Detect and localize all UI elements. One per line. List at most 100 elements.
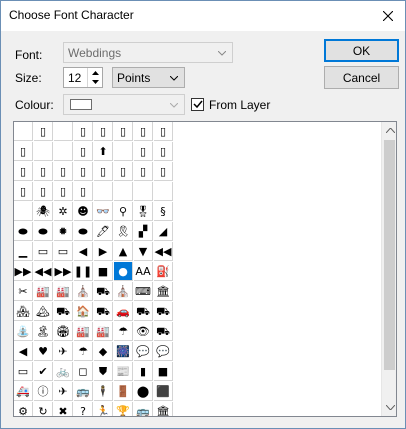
character-cell[interactable] xyxy=(54,142,73,161)
character-cell[interactable]: ⬬ xyxy=(74,222,93,241)
character-cell[interactable]: ♥ xyxy=(34,342,53,361)
character-cell[interactable]: ▞ xyxy=(134,222,153,241)
character-cell[interactable]: 💬 xyxy=(134,342,153,361)
character-cell[interactable]: ▯ xyxy=(154,142,173,161)
character-cell[interactable]: ⬬ xyxy=(34,222,53,241)
character-cell[interactable]: ▯ xyxy=(74,162,93,181)
character-cell[interactable]: ⛊ xyxy=(94,362,113,381)
character-cell[interactable]: ↻ xyxy=(34,402,53,416)
character-cell[interactable]: ▮ xyxy=(134,362,153,381)
close-button[interactable] xyxy=(377,5,399,27)
character-cell[interactable]: 🏛 xyxy=(154,402,173,416)
colour-select[interactable] xyxy=(63,94,185,115)
character-cell[interactable]: ▭ xyxy=(54,242,73,261)
character-cell[interactable]: ? xyxy=(74,402,93,416)
character-cell[interactable]: ✔ xyxy=(34,362,53,381)
character-cell[interactable]: 👓 xyxy=(94,202,113,221)
character-cell[interactable]: ▯ xyxy=(134,142,153,161)
character-cell[interactable]: ◻ xyxy=(74,362,93,381)
character-cell[interactable]: 🏔 xyxy=(34,302,53,321)
scroll-up-icon[interactable] xyxy=(382,122,396,139)
character-cell[interactable]: ⛪ xyxy=(74,282,93,301)
character-cell[interactable]: 🎗 xyxy=(114,222,133,241)
character-cell[interactable]: 🏭 xyxy=(54,282,73,301)
character-cell[interactable]: 🏟 xyxy=(54,322,73,341)
character-cell[interactable]: ⛟ xyxy=(134,302,153,321)
character-cell[interactable]: 💬 xyxy=(154,342,173,361)
character-cell[interactable] xyxy=(54,122,73,141)
size-unit-select[interactable]: Points xyxy=(112,67,185,88)
character-cell[interactable]: ▯ xyxy=(54,182,73,201)
character-grid[interactable]: ▯ ▯ ▯ ▯ ▯ ▯ ▯ ▯ ⬆ ▯ ▯ ▯ ▯ ▯ ▯ ▯ ▯ ▯ ▯ ▯ ▯ ▯ ▯ 🕷 ✲ ☻ 👓 ⚲ 🎖 § ⬬ ⬬ ✹ ⬬ 🖊 🎗 ▞ ◢ ▁ ▭… xyxy=(13,121,397,417)
character-cell[interactable]: ✲ xyxy=(54,202,73,221)
character-cell[interactable]: ⛪ xyxy=(114,282,133,301)
character-cell[interactable]: 🚲 xyxy=(54,362,73,381)
character-cell[interactable]: ▯ xyxy=(34,162,53,181)
character-cell[interactable]: 🚑 xyxy=(14,382,33,401)
character-cell[interactable]: 🕷 xyxy=(34,202,53,221)
character-cell[interactable]: 🚗 xyxy=(114,302,133,321)
character-cell[interactable]: ⬬ xyxy=(14,222,33,241)
character-cell[interactable]: 🏘 xyxy=(14,302,33,321)
character-cell[interactable]: ⛟ xyxy=(54,302,73,321)
character-cell[interactable]: ⬆ xyxy=(94,142,113,161)
character-cell[interactable] xyxy=(154,182,173,201)
character-cell[interactable]: ⬛ xyxy=(154,382,173,401)
scroll-thumb[interactable] xyxy=(384,140,395,370)
character-cell[interactable]: 🏭 xyxy=(94,322,113,341)
character-cell[interactable]: ▁ xyxy=(14,242,33,261)
character-cell[interactable]: ■ xyxy=(94,262,113,281)
character-cell[interactable]: ▯ xyxy=(134,122,153,141)
character-cell[interactable]: ⓘ xyxy=(34,382,53,401)
character-cell[interactable]: ▯ xyxy=(34,122,53,141)
character-cell[interactable]: ❚❚ xyxy=(74,262,93,281)
character-cell[interactable]: ⛟ xyxy=(154,302,173,321)
character-cell[interactable]: ⛟ xyxy=(154,322,173,341)
character-cell[interactable]: 👁 xyxy=(134,322,153,341)
character-cell[interactable]: ▯ xyxy=(114,122,133,141)
character-cell[interactable]: ⬤ xyxy=(134,382,153,401)
vertical-scrollbar[interactable] xyxy=(381,122,396,416)
character-cell[interactable]: ■ xyxy=(154,362,173,381)
character-cell[interactable]: 🏃 xyxy=(94,402,113,416)
character-cell[interactable] xyxy=(114,142,133,161)
character-cell[interactable]: ▯ xyxy=(74,182,93,201)
character-cell[interactable]: 🏝 xyxy=(34,322,53,341)
character-cell[interactable]: ▭ xyxy=(34,242,53,261)
character-cell[interactable]: 🏛 xyxy=(154,282,173,301)
character-cell[interactable] xyxy=(14,202,33,221)
character-cell[interactable]: 🖊 xyxy=(94,222,113,241)
character-cell[interactable]: ⛟ xyxy=(94,302,113,321)
character-cell[interactable] xyxy=(114,182,133,201)
character-cell[interactable]: AA xyxy=(134,262,153,281)
size-stepper[interactable]: 12 xyxy=(63,67,103,88)
cancel-button[interactable]: Cancel xyxy=(324,66,399,89)
character-cell[interactable]: ⚲ xyxy=(114,202,133,221)
character-cell[interactable]: ☻ xyxy=(74,202,93,221)
character-cell[interactable]: 🚪 xyxy=(114,382,133,401)
character-cell[interactable]: ✹ xyxy=(54,222,73,241)
character-cell[interactable]: ▯ xyxy=(154,162,173,181)
character-cell[interactable]: ✖ xyxy=(54,402,73,416)
ok-button[interactable]: OK xyxy=(324,39,399,62)
character-cell[interactable]: ▯ xyxy=(14,162,33,181)
character-cell[interactable]: ▯ xyxy=(114,162,133,181)
character-cell[interactable]: ⛽ xyxy=(154,262,173,281)
character-cell[interactable]: ▯ xyxy=(74,142,93,161)
character-cell[interactable]: ▲ xyxy=(114,242,133,261)
character-cell[interactable]: ▯ xyxy=(94,162,113,181)
character-cell[interactable]: ▯ xyxy=(74,122,93,141)
character-cell[interactable]: 🏭 xyxy=(74,322,93,341)
character-cell[interactable]: 🚌 xyxy=(134,402,153,416)
character-cell[interactable]: ☂ xyxy=(114,322,133,341)
character-cell[interactable]: ✈ xyxy=(54,342,73,361)
character-cell[interactable]: 🏭 xyxy=(34,282,53,301)
character-cell[interactable]: ⚙ xyxy=(14,402,33,416)
character-cell[interactable]: ▯ xyxy=(14,182,33,201)
character-cell[interactable]: ▭ xyxy=(14,362,33,381)
character-cell[interactable]: 🏆 xyxy=(114,402,133,416)
character-cell[interactable] xyxy=(34,142,53,161)
character-cell[interactable]: 🚌 xyxy=(74,382,93,401)
character-cell[interactable]: ▯ xyxy=(34,182,53,201)
font-select[interactable]: Webdings xyxy=(63,42,233,63)
